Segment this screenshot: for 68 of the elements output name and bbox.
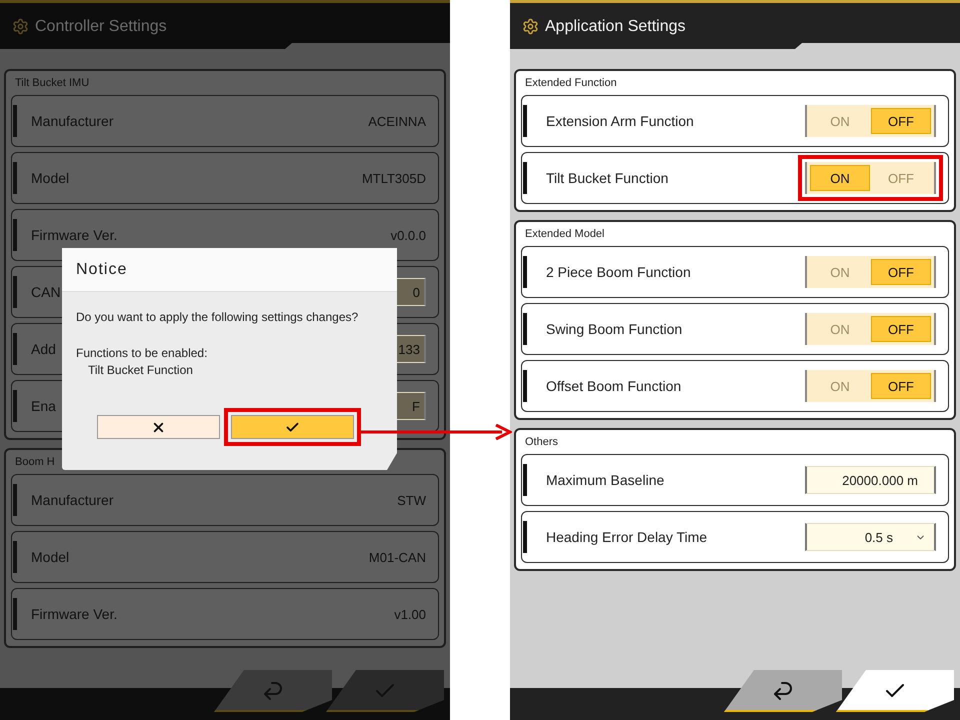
row-label: Maximum Baseline — [546, 472, 664, 488]
row-label: CAN — [31, 284, 61, 300]
row-marker — [13, 484, 17, 516]
section-label: Boom H — [14, 455, 56, 470]
screen-title: Controller Settings — [35, 17, 167, 37]
row-value: ACEINNA — [368, 114, 426, 128]
row-label: Manufacturer — [31, 492, 114, 508]
row-marker — [13, 219, 17, 251]
confirm-button[interactable] — [836, 670, 954, 712]
row-marker — [523, 370, 527, 402]
row-marker — [13, 598, 17, 630]
row-value: MTLT305D — [362, 170, 426, 186]
section-label: Extended Function — [524, 76, 618, 91]
dialog-detail-item: Tilt Bucket Function — [88, 363, 194, 377]
cancel-button[interactable] — [97, 415, 220, 439]
row-label: Add — [31, 341, 56, 357]
dialog-detail-heading: Functions to be enabled: — [76, 346, 208, 360]
row-label: Firmware Ver. — [31, 606, 118, 622]
off-segment[interactable]: OFF — [871, 165, 931, 191]
return-icon — [261, 679, 285, 703]
row-marker — [13, 162, 17, 194]
settings-icon — [522, 18, 539, 35]
row-label: Ena — [31, 398, 56, 414]
off-segment[interactable]: OFF — [871, 108, 931, 134]
row-label: Tilt Bucket Function — [546, 170, 668, 186]
row-value: M01-CAN — [368, 550, 426, 564]
screen-title: Application Settings — [545, 17, 686, 37]
dialog-message: Do you want to apply the following settings changes? — [76, 310, 360, 324]
section-label: Others — [524, 435, 560, 450]
row-marker — [523, 162, 527, 194]
input-field[interactable]: 20000.000 m — [805, 466, 936, 494]
on-segment[interactable]: ON — [810, 165, 870, 191]
back-button[interactable] — [724, 670, 842, 712]
row-label: Model — [31, 549, 70, 565]
on-segment[interactable]: ON — [810, 259, 870, 285]
section-label: Tilt Bucket IMU — [14, 76, 90, 91]
row-label: Heading Error Delay Time — [546, 529, 708, 545]
return-icon — [771, 679, 795, 703]
row-label: Model — [31, 170, 70, 186]
row-value: v1.00 — [394, 606, 426, 622]
row-marker — [523, 464, 527, 496]
off-segment[interactable]: OFF — [871, 316, 931, 342]
off-segment[interactable]: OFF — [871, 373, 931, 399]
on-segment[interactable]: ON — [810, 316, 870, 342]
row-label: Extension Arm Function — [546, 113, 694, 129]
row-value: v0.0.0 — [390, 228, 426, 242]
on-segment[interactable]: ON — [810, 108, 870, 134]
row-label: Offset Boom Function — [546, 378, 682, 394]
row-label: 2 Piece Boom Function — [546, 264, 691, 280]
settings-icon — [12, 18, 29, 35]
row-marker — [523, 105, 527, 137]
row-label: Manufacturer — [31, 113, 114, 129]
row-marker — [13, 105, 17, 137]
row-label: Swing Boom Function — [546, 321, 682, 337]
section-label: Extended Model — [524, 227, 606, 242]
row-marker — [13, 541, 17, 573]
on-segment[interactable]: ON — [810, 373, 870, 399]
row-marker — [13, 276, 17, 308]
off-segment[interactable]: OFF — [871, 259, 931, 285]
row-marker — [13, 333, 17, 365]
row-marker — [523, 521, 527, 553]
dialog-title: Notice — [76, 260, 128, 278]
row-marker — [523, 256, 527, 288]
row-label: Firmware Ver. — [31, 227, 118, 243]
row-value: STW — [397, 492, 426, 508]
row-marker — [13, 390, 17, 422]
row-marker — [523, 313, 527, 345]
select-field[interactable]: 0.5 s — [805, 523, 936, 551]
